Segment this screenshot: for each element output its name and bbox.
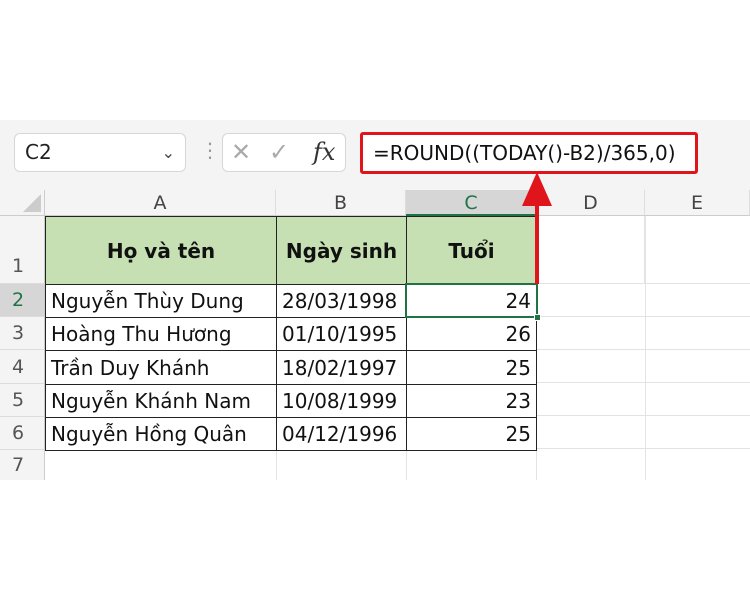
red-arrow-head-icon: [522, 172, 552, 206]
row-7-cells[interactable]: [45, 450, 537, 480]
formula-input[interactable]: =ROUND((TODAY()-B2)/365,0): [360, 132, 698, 174]
grid-line: [537, 283, 750, 284]
name-box[interactable]: C2 ⌄: [14, 133, 186, 172]
cancel-icon[interactable]: ✕: [231, 138, 251, 166]
cell-a5[interactable]: Nguyễn Khánh Nam: [45, 384, 277, 418]
cell-a3[interactable]: Hoàng Thu Hương: [45, 317, 277, 351]
empty-cells-de[interactable]: [537, 284, 750, 480]
cell-b6[interactable]: 04/12/1996: [276, 417, 407, 451]
drag-handle-icon[interactable]: ⋮: [200, 138, 220, 162]
row-header-6[interactable]: 6: [0, 417, 45, 450]
cell-c1[interactable]: Tuổi: [406, 216, 537, 285]
fx-icon[interactable]: fx: [313, 138, 335, 166]
fill-handle[interactable]: [534, 314, 541, 321]
cell-a6[interactable]: Nguyễn Hồng Quân: [45, 417, 277, 451]
row-header-7[interactable]: 7: [0, 450, 45, 480]
check-icon[interactable]: ✓: [269, 138, 289, 166]
cell-b4[interactable]: 18/02/1997: [276, 350, 407, 385]
column-header-e[interactable]: E: [645, 190, 750, 216]
cell-c5[interactable]: 23: [406, 384, 537, 418]
row-header-2[interactable]: 2: [0, 284, 45, 317]
row-header-5[interactable]: 5: [0, 384, 45, 417]
cell-a4[interactable]: Trần Duy Khánh: [45, 350, 277, 385]
column-header-b[interactable]: B: [276, 190, 406, 216]
cell-a1[interactable]: Họ và tên: [45, 216, 277, 285]
red-arrow-shaft: [535, 200, 539, 284]
chevron-down-icon[interactable]: ⌄: [162, 134, 175, 171]
formula-buttons: ✕ ✓ fx: [222, 133, 346, 172]
row-header-3[interactable]: 3: [0, 317, 45, 350]
cell-a2[interactable]: Nguyễn Thùy Dung: [45, 284, 277, 318]
active-cell-selection: [405, 283, 538, 318]
cell-b1[interactable]: Ngày sinh: [276, 216, 407, 285]
row-header-1[interactable]: 1: [0, 216, 45, 284]
cell-c4[interactable]: 25: [406, 350, 537, 385]
cell-c3[interactable]: 26: [406, 317, 537, 351]
name-box-value: C2: [25, 140, 52, 164]
cell-b3[interactable]: 01/10/1995: [276, 317, 407, 351]
row-header-4[interactable]: 4: [0, 350, 45, 384]
column-header-c[interactable]: C: [406, 190, 537, 216]
column-header-a[interactable]: A: [45, 190, 276, 216]
cell-b5[interactable]: 10/08/1999: [276, 384, 407, 418]
cell-b2[interactable]: 28/03/1998: [276, 284, 407, 318]
column-header-d[interactable]: D: [537, 190, 645, 216]
select-all-corner[interactable]: [0, 190, 45, 216]
cell-c6[interactable]: 25: [406, 417, 537, 451]
grid-line: [645, 216, 646, 480]
